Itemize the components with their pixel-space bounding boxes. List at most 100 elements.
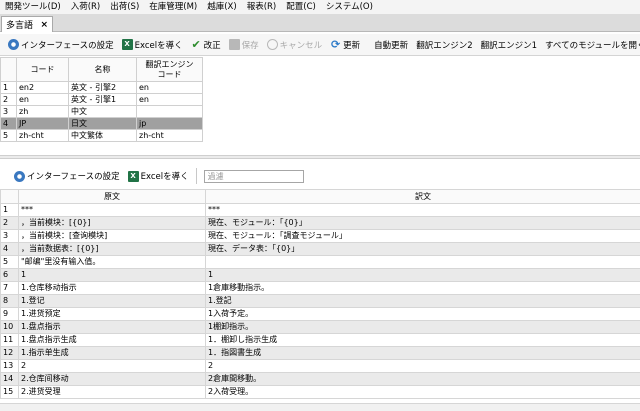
row-number: 1 <box>0 81 17 94</box>
cell-code[interactable]: en <box>16 93 69 106</box>
table-row-selected[interactable]: 4 JP 日文 jp <box>0 117 203 130</box>
cell-source[interactable]: 1.仓库移动指示 <box>18 281 206 295</box>
cell-code[interactable]: zh-cht <box>16 129 69 142</box>
table-row[interactable]: 15 2.进货受理 2入荷受理。 <box>0 385 640 399</box>
interface-settings-button-2[interactable]: インターフェースの設定 <box>10 167 124 185</box>
cell-source[interactable]: 2.进货受理 <box>18 385 206 399</box>
table-row[interactable]: 5 "邮编"里没有输入值。 <box>0 255 640 269</box>
cell-name[interactable]: 中文繁体 <box>68 129 137 142</box>
cell-target[interactable]: 1.登記 <box>205 294 640 308</box>
column-header-engine-code[interactable]: 翻訳エンジン コード <box>136 57 203 82</box>
cell-target[interactable]: 1棚卸指示。 <box>205 320 640 334</box>
row-number: 9 <box>0 307 19 321</box>
table-row[interactable]: 7 1.仓库移动指示 1倉庫移動指示。 <box>0 281 640 295</box>
menu-system[interactable]: システム(O) <box>321 0 378 14</box>
table-row[interactable]: 9 1.进货预定 1入荷予定。 <box>0 307 640 321</box>
cell-target[interactable]: 2倉庫間移動。 <box>205 372 640 386</box>
cell-engine[interactable]: en <box>136 93 203 106</box>
cell-source[interactable]: 1.进货预定 <box>18 307 206 321</box>
cell-target[interactable]: 1入荷予定。 <box>205 307 640 321</box>
engine1-button[interactable]: 翻訳エンジン1 <box>477 36 541 54</box>
cell-source[interactable]: 1.指示单生成 <box>18 346 206 360</box>
cell-target[interactable]: 1．指図書生成 <box>205 346 640 360</box>
cell-code[interactable]: en2 <box>16 81 69 94</box>
cell-target[interactable]: 現在、データ表：「{0}」 <box>205 242 640 256</box>
table-row[interactable]: 10 1.盘点指示 1棚卸指示。 <box>0 320 640 334</box>
open-all-modules-button[interactable]: すべてのモジュールを開く <box>541 36 640 54</box>
cell-source[interactable]: 1 <box>18 268 206 282</box>
cell-target[interactable]: 1．棚卸し指示生成 <box>205 333 640 347</box>
cell-name[interactable]: 日文 <box>68 117 137 130</box>
table-row[interactable]: 11 1.盘点指示生成 1．棚卸し指示生成 <box>0 333 640 347</box>
table-row[interactable]: 611 <box>0 268 640 282</box>
cell-source[interactable]: 1.盘点指示生成 <box>18 333 206 347</box>
cell-engine[interactable]: en <box>136 81 203 94</box>
cell-source[interactable]: ，当前数据表：[{0}] <box>18 242 206 256</box>
table-row[interactable]: 1 en2 英文 - 引擎2 en <box>0 81 203 94</box>
table-row[interactable]: 12 1.指示单生成 1．指図書生成 <box>0 346 640 360</box>
save-button[interactable]: 保存 <box>225 36 263 54</box>
table-row[interactable]: 2 en 英文 - 引擎1 en <box>0 93 203 106</box>
column-header-target[interactable]: 訳文 <box>205 189 640 204</box>
modify-button[interactable]: ✔ 改正 <box>187 36 225 54</box>
cell-name[interactable]: 英文 - 引擎1 <box>68 93 137 106</box>
export-excel-button-2[interactable]: X Excelを導く <box>124 167 193 185</box>
table-row[interactable]: 3 zh 中文 <box>0 105 203 118</box>
row-number: 6 <box>0 268 19 282</box>
cell-target[interactable]: 1 <box>205 268 640 282</box>
column-header-source[interactable]: 原文 <box>18 189 206 204</box>
row-number: 5 <box>0 129 17 142</box>
cell-source[interactable]: ，当前模块：[查询模块] <box>18 229 206 243</box>
cell-engine[interactable]: zh-cht <box>136 129 203 142</box>
menu-inventory[interactable]: 在庫管理(M) <box>144 0 202 14</box>
cell-code[interactable]: zh <box>16 105 69 118</box>
cell-target[interactable] <box>205 255 640 269</box>
cell-source[interactable]: 1.盘点指示 <box>18 320 206 334</box>
menu-reports[interactable]: 報表(R) <box>242 0 282 14</box>
cell-source[interactable]: 2.仓库间移动 <box>18 372 206 386</box>
filter-input[interactable] <box>203 169 304 183</box>
splitter[interactable] <box>0 155 640 159</box>
auto-refresh-button[interactable]: 自動更新 <box>370 36 412 54</box>
table-row[interactable]: 5 zh-cht 中文繁体 zh-cht <box>0 129 203 142</box>
table-row[interactable]: 1 *** *** <box>0 203 640 217</box>
menu-cross-dock[interactable]: 越庫(X) <box>202 0 241 14</box>
cell-target[interactable]: *** <box>205 203 640 217</box>
cell-engine[interactable]: jp <box>136 117 203 130</box>
close-icon[interactable]: × <box>40 20 48 30</box>
menu-config[interactable]: 配置(C) <box>281 0 321 14</box>
cell-target[interactable]: 現在、モジュール：「調査モジュール」 <box>205 229 640 243</box>
cell-source[interactable]: *** <box>18 203 206 217</box>
cell-source[interactable]: "邮编"里没有输入值。 <box>18 255 206 269</box>
export-excel-button[interactable]: X Excelを導く <box>118 36 187 54</box>
cell-target[interactable]: 1倉庫移動指示。 <box>205 281 640 295</box>
table-row[interactable]: 3 ，当前模块：[查询模块] 現在、モジュール：「調査モジュール」 <box>0 229 640 243</box>
cell-name[interactable]: 英文 - 引擎2 <box>68 81 137 94</box>
engine2-button[interactable]: 翻訳エンジン2 <box>412 36 476 54</box>
menu-shipping[interactable]: 出荷(S) <box>105 0 144 14</box>
refresh-icon: ⟳ <box>331 38 341 51</box>
cell-source[interactable]: 2 <box>18 359 206 373</box>
tab-multilanguage[interactable]: 多言語 × <box>1 16 53 32</box>
cell-name[interactable]: 中文 <box>68 105 137 118</box>
refresh-button[interactable]: ⟳ 更新 <box>326 36 364 54</box>
cell-target[interactable]: 2入荷受理。 <box>205 385 640 399</box>
table-row[interactable]: 13 2 2 <box>0 359 640 373</box>
cell-source[interactable]: ，当前模块：[{0}] <box>18 216 206 230</box>
column-header-code[interactable]: コード <box>16 57 69 82</box>
menu-receiving[interactable]: 入荷(R) <box>66 0 106 14</box>
table-row[interactable]: 14 2.仓库间移动 2倉庫間移動。 <box>0 372 640 386</box>
cell-code[interactable]: JP <box>16 117 69 130</box>
table-row[interactable]: 4 ，当前数据表：[{0}] 現在、データ表：「{0}」 <box>0 242 640 256</box>
excel-icon: X <box>121 39 133 50</box>
cell-target[interactable]: 2 <box>205 359 640 373</box>
cell-target[interactable]: 現在、モジュール：「{0}」 <box>205 216 640 230</box>
cell-source[interactable]: 1.登记 <box>18 294 206 308</box>
menu-dev-tools[interactable]: 開発ツール(D) <box>0 0 66 14</box>
cancel-button[interactable]: キャンセル <box>263 36 327 54</box>
column-header-name[interactable]: 名称 <box>68 57 137 82</box>
interface-settings-button[interactable]: インターフェースの設定 <box>4 36 118 54</box>
cell-engine[interactable] <box>136 105 203 118</box>
table-row[interactable]: 8 1.登记 1.登記 <box>0 294 640 308</box>
table-row[interactable]: 2 ，当前模块：[{0}] 現在、モジュール：「{0}」 <box>0 216 640 230</box>
